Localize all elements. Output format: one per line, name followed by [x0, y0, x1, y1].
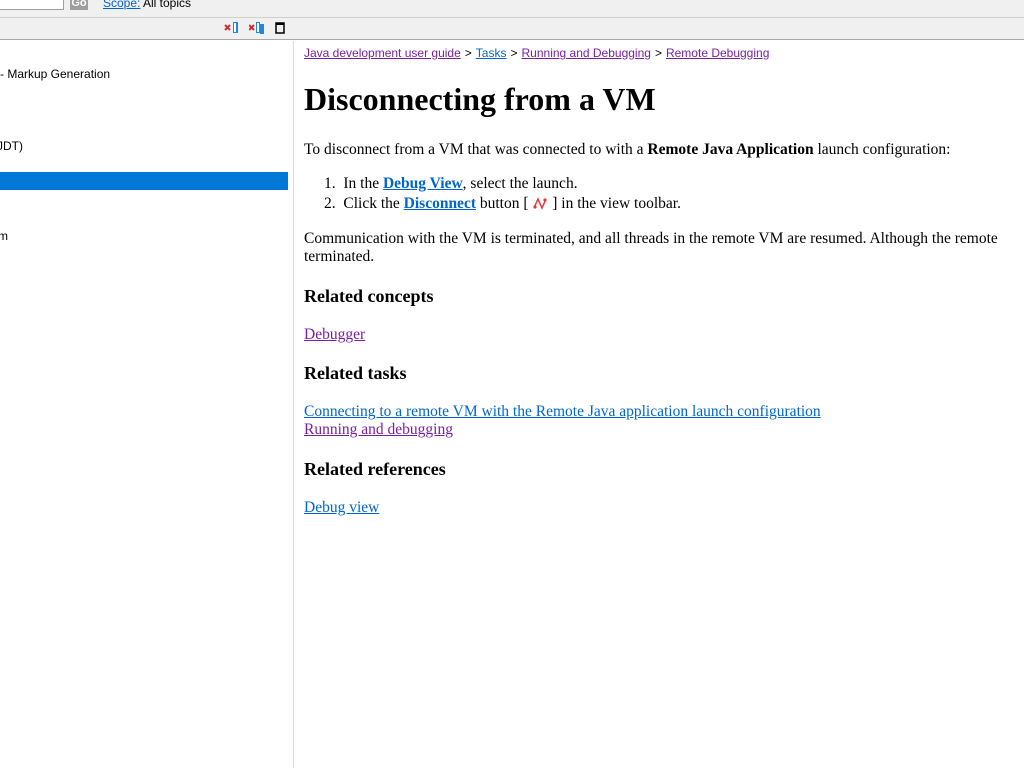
breadcrumb-link[interactable]: Tasks	[476, 46, 507, 60]
debug-view-reference-link[interactable]: Debug view	[304, 499, 379, 517]
step-number: 1.	[324, 175, 336, 192]
related-concepts-heading: Related concepts	[304, 286, 434, 306]
go-button[interactable]: Go	[70, 0, 88, 10]
step-item: 2. Click the Disconnect button [ ] in th…	[324, 195, 681, 213]
debugger-link[interactable]: Debugger	[304, 326, 365, 344]
intro-suffix: launch configuration:	[813, 141, 951, 158]
connect-remote-vm-link[interactable]: Connecting to a remote VM with the Remot…	[304, 403, 821, 421]
debug-view-link[interactable]: Debug View	[383, 175, 463, 192]
toc-item[interactable]: JDT)	[0, 139, 23, 153]
communication-text-continued: terminated.	[304, 248, 375, 265]
step-item: 1. In the Debug View, select the launch.	[324, 175, 578, 193]
disconnect-link[interactable]: Disconnect	[404, 195, 476, 212]
toc-item-selected[interactable]	[0, 172, 288, 190]
toc-item[interactable]: m	[0, 229, 8, 243]
step-prefix: In the	[343, 175, 383, 192]
toc-navigation: - Markup Generation JDT) m	[0, 41, 294, 768]
help-content: Java development user guide > Tasks > Runnin…	[304, 41, 1024, 768]
step-mid: button [	[475, 195, 533, 212]
search-bar: Go Scope: All topics	[0, 0, 1024, 18]
breadcrumb: Java development user guide > Tasks > Runnin…	[304, 46, 769, 60]
scope-value: All topics	[143, 0, 192, 10]
disconnect-icon	[532, 196, 548, 210]
breadcrumb-link[interactable]: Java development user guide	[304, 46, 461, 60]
communication-text: Communication with the VM is terminated,…	[304, 230, 998, 247]
breadcrumb-separator: >	[510, 46, 518, 60]
remove-bookmark-icon[interactable]	[224, 21, 240, 35]
remove-all-bookmarks-icon[interactable]	[248, 21, 265, 35]
step-number: 2.	[324, 195, 336, 212]
step-suffix: ] in the view toolbar.	[548, 195, 681, 212]
intro-paragraph: To disconnect from a VM that was connect…	[304, 141, 950, 159]
step-suffix: , select the launch.	[462, 175, 578, 192]
help-toolbar	[0, 18, 1024, 40]
search-input[interactable]	[0, 0, 64, 10]
step-prefix: Click the	[343, 195, 404, 212]
intro-bold: Remote Java Application	[647, 141, 814, 158]
toc-item[interactable]: - Markup Generation	[0, 67, 110, 81]
breadcrumb-link[interactable]: Remote Debugging	[666, 46, 769, 60]
maximize-icon[interactable]	[273, 21, 289, 35]
running-and-debugging-link[interactable]: Running and debugging	[304, 421, 453, 439]
breadcrumb-link[interactable]: Running and Debugging	[522, 46, 651, 60]
intro-prefix: To disconnect from a VM that was connect…	[304, 141, 648, 158]
related-references-heading: Related references	[304, 459, 446, 479]
scope-link[interactable]: Scope:	[103, 0, 140, 10]
page-title: Disconnecting from a VM	[304, 81, 656, 117]
related-tasks-heading: Related tasks	[304, 363, 407, 383]
breadcrumb-separator: >	[464, 46, 472, 60]
breadcrumb-separator: >	[654, 46, 662, 60]
